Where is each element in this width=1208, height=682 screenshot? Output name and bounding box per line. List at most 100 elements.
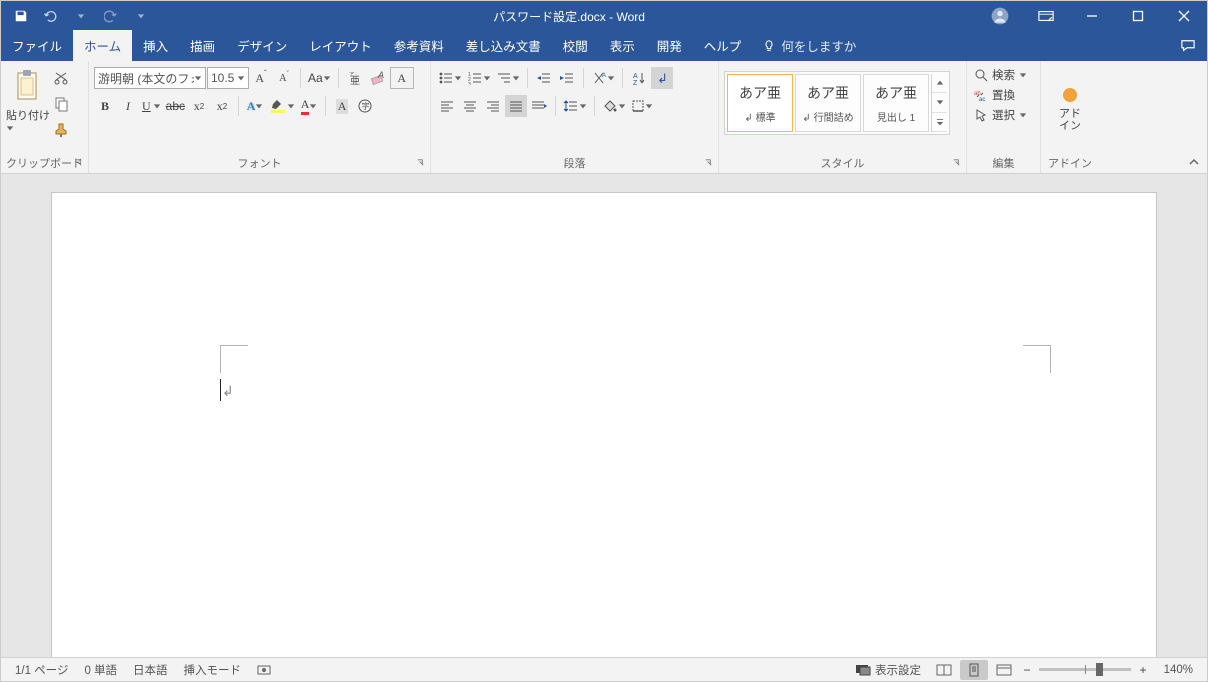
- tab-draw[interactable]: 描画: [179, 30, 226, 61]
- tab-home[interactable]: ホーム: [73, 30, 132, 61]
- minimize-button[interactable]: [1069, 1, 1115, 31]
- style-heading1[interactable]: あア亜見出し 1: [863, 74, 929, 132]
- zoom-slider[interactable]: [1039, 668, 1131, 671]
- decrease-indent-button[interactable]: [533, 67, 555, 89]
- qat-customize[interactable]: [129, 4, 153, 28]
- align-center-button[interactable]: [459, 95, 481, 117]
- clipboard-dialog-launcher[interactable]: [73, 157, 83, 167]
- paragraph-dialog-launcher[interactable]: [703, 157, 713, 167]
- document-area[interactable]: ↲: [1, 174, 1207, 657]
- account-icon[interactable]: [977, 1, 1023, 31]
- multilevel-list-button[interactable]: [494, 67, 522, 89]
- tab-references[interactable]: 参考資料: [383, 30, 455, 61]
- style-normal[interactable]: あア亜↲ 標準: [727, 74, 793, 132]
- styles-gallery: あア亜↲ 標準 あア亜↲ 行間詰め あア亜見出し 1: [724, 71, 950, 135]
- tab-mailings[interactable]: 差し込み文書: [455, 30, 552, 61]
- character-border-button[interactable]: A: [390, 67, 414, 89]
- zoom-thumb[interactable]: [1096, 663, 1103, 676]
- view-web-layout[interactable]: [990, 660, 1018, 680]
- font-color-button[interactable]: A: [298, 95, 320, 117]
- font-name-combo[interactable]: [94, 67, 206, 89]
- status-macro[interactable]: [249, 664, 279, 676]
- view-print-layout[interactable]: [960, 660, 988, 680]
- phonetic-guide-button[interactable]: ア亜: [344, 67, 366, 89]
- bullets-button[interactable]: [436, 67, 464, 89]
- borders-button[interactable]: [629, 95, 655, 117]
- tab-help[interactable]: ヘルプ: [693, 30, 753, 61]
- collapse-ribbon-button[interactable]: [1187, 155, 1201, 169]
- shading-button[interactable]: [600, 95, 628, 117]
- align-right-button[interactable]: [482, 95, 504, 117]
- styles-expand[interactable]: [932, 113, 947, 132]
- styles-scroll-up[interactable]: [932, 74, 947, 93]
- font-dialog-launcher[interactable]: [415, 157, 425, 167]
- view-read-mode[interactable]: [930, 660, 958, 680]
- enclose-characters-button[interactable]: 字: [354, 95, 376, 117]
- asian-layout-button[interactable]: A: [589, 67, 617, 89]
- tab-review[interactable]: 校閲: [552, 30, 599, 61]
- numbering-button[interactable]: 123: [465, 67, 493, 89]
- macro-record-icon: [257, 664, 271, 676]
- tab-developer[interactable]: 開発: [646, 30, 693, 61]
- document-page[interactable]: ↲: [51, 192, 1157, 657]
- tab-layout[interactable]: レイアウト: [298, 30, 383, 61]
- subscript-button[interactable]: x2: [188, 95, 210, 117]
- tab-design[interactable]: デザイン: [226, 30, 298, 61]
- status-display-settings[interactable]: 表示設定: [847, 662, 929, 678]
- copy-button[interactable]: [50, 93, 72, 115]
- styles-dialog-launcher[interactable]: [951, 157, 961, 167]
- zoom-in-button[interactable]: +: [1135, 659, 1151, 681]
- character-shading-button[interactable]: A: [331, 95, 353, 117]
- status-language[interactable]: 日本語: [125, 662, 176, 678]
- tell-me[interactable]: 何をしますか: [752, 30, 866, 61]
- comments-button[interactable]: [1169, 31, 1207, 61]
- maximize-button[interactable]: [1115, 1, 1161, 31]
- close-button[interactable]: [1161, 1, 1207, 31]
- justify-button[interactable]: [505, 95, 527, 117]
- highlight-button[interactable]: [267, 95, 297, 117]
- increase-indent-button[interactable]: [556, 67, 578, 89]
- tab-file[interactable]: ファイル: [1, 30, 73, 61]
- distributed-button[interactable]: [528, 95, 550, 117]
- format-painter-button[interactable]: [50, 119, 72, 141]
- italic-button[interactable]: I: [117, 95, 139, 117]
- svg-text:Z: Z: [633, 80, 638, 85]
- bold-button[interactable]: B: [94, 95, 116, 117]
- status-page[interactable]: 1/1 ページ: [7, 662, 76, 678]
- undo-dropdown[interactable]: [69, 4, 93, 28]
- tab-insert[interactable]: 挿入: [132, 30, 179, 61]
- grow-font-button[interactable]: Aˆ: [250, 67, 272, 89]
- status-insert-mode[interactable]: 挿入モード: [176, 662, 250, 678]
- group-styles: あア亜↲ 標準 あア亜↲ 行間詰め あア亜見出し 1 スタイル: [719, 61, 967, 173]
- select-button[interactable]: 選択: [974, 107, 1027, 123]
- line-spacing-button[interactable]: [561, 95, 589, 117]
- replace-button[interactable]: abac置換: [974, 87, 1027, 103]
- svg-text:3: 3: [468, 82, 471, 85]
- underline-button[interactable]: U: [140, 95, 163, 117]
- undo-button[interactable]: [39, 4, 63, 28]
- style-no-spacing[interactable]: あア亜↲ 行間詰め: [795, 74, 861, 132]
- zoom-out-button[interactable]: −: [1019, 659, 1035, 681]
- ribbon-tabs: ファイル ホーム 挿入 描画 デザイン レイアウト 参考資料 差し込み文書 校閲…: [1, 31, 1207, 61]
- save-button[interactable]: [9, 4, 33, 28]
- text-effects-button[interactable]: A: [244, 95, 266, 117]
- change-case-button[interactable]: Aa: [306, 67, 333, 89]
- redo-button[interactable]: [99, 4, 123, 28]
- clear-formatting-button[interactable]: A: [367, 67, 389, 89]
- ribbon-display-options[interactable]: [1023, 1, 1069, 31]
- zoom-percent[interactable]: 140%: [1155, 664, 1201, 676]
- shrink-font-button[interactable]: Aˇ: [273, 67, 295, 89]
- addins-button[interactable]: アド イン: [1048, 65, 1092, 155]
- tab-view[interactable]: 表示: [599, 30, 646, 61]
- find-button[interactable]: 検索: [974, 67, 1027, 83]
- status-word-count[interactable]: 0 単語: [76, 662, 125, 678]
- sort-button[interactable]: AZ: [628, 67, 650, 89]
- paste-button[interactable]: 貼り付け: [6, 65, 50, 155]
- superscript-button[interactable]: x2: [211, 95, 233, 117]
- font-size-combo[interactable]: [207, 67, 249, 89]
- cut-button[interactable]: [50, 67, 72, 89]
- show-paragraph-marks-button[interactable]: ↲: [651, 67, 673, 89]
- strikethrough-button[interactable]: abc: [164, 95, 187, 117]
- styles-scroll-down[interactable]: [932, 93, 947, 112]
- align-left-button[interactable]: [436, 95, 458, 117]
